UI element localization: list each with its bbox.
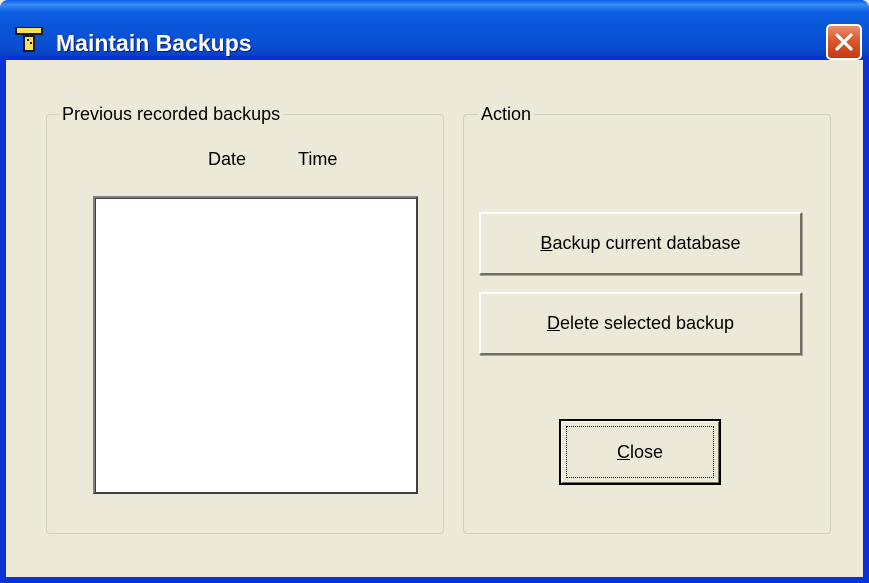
focus-rectangle bbox=[566, 426, 714, 478]
time-column-header: Time bbox=[298, 149, 338, 169]
backups-listbox[interactable] bbox=[93, 196, 418, 494]
date-column-header: Date bbox=[208, 149, 247, 169]
action-legend: Action bbox=[478, 103, 535, 125]
window-title: Maintain Backups bbox=[56, 30, 252, 56]
close-button[interactable]: Close bbox=[559, 419, 721, 485]
delete-selected-backup-button[interactable]: Delete selected backup bbox=[479, 292, 802, 355]
delete-button-label-rest: elete selected backup bbox=[559, 313, 735, 333]
backup-button-mnemonic: B bbox=[540, 233, 553, 253]
dialog-client-area: Previous recorded backups Date Time Acti… bbox=[6, 60, 863, 577]
backup-button-label: Backup current database bbox=[540, 233, 740, 254]
delete-button-mnemonic: D bbox=[546, 313, 560, 333]
backup-current-database-button[interactable]: Backup current database bbox=[479, 212, 802, 275]
close-icon bbox=[835, 33, 853, 51]
backup-button-label-rest: ackup current database bbox=[552, 233, 741, 253]
maintain-backups-window: Maintain Backups Previous recorded backu… bbox=[0, 0, 869, 583]
close-window-button[interactable] bbox=[826, 24, 862, 60]
phone-app-icon bbox=[14, 24, 44, 54]
previous-backups-legend: Previous recorded backups bbox=[59, 103, 284, 125]
delete-button-label: Delete selected backup bbox=[547, 313, 734, 334]
title-bar[interactable]: Maintain Backups bbox=[0, 0, 869, 60]
